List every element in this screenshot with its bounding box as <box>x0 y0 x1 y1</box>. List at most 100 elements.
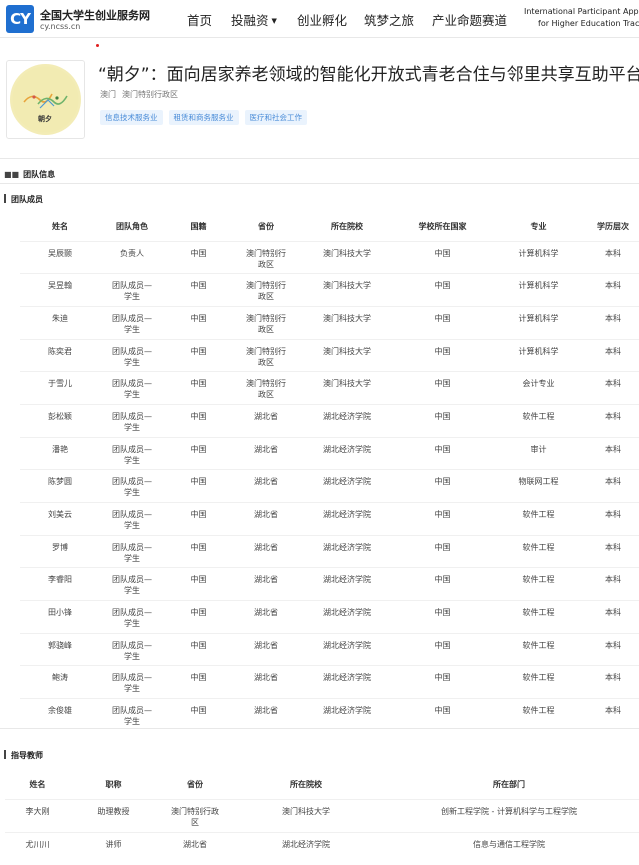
table-cell: 信息与通信工程学院 <box>379 831 639 865</box>
table-cell: 李大刚 <box>5 798 70 832</box>
table-cell: 中国 <box>164 240 233 274</box>
table-cell: 中国 <box>164 305 233 340</box>
nav-incubation-label: 创业孵化 <box>297 13 348 28</box>
table-cell: 余俊雄 <box>20 698 100 732</box>
nav-industry-track[interactable]: 产业命题赛道 <box>432 10 507 29</box>
site-title[interactable]: 全国大学生创业服务网 <box>40 7 150 23</box>
table-cell: 团队成员—学生 <box>100 436 164 470</box>
table-cell: 物联网工程 <box>490 469 587 503</box>
table-cell: 团队成员—学生 <box>100 600 164 634</box>
table-cell: 澳门特别行政区 <box>233 273 299 307</box>
column-header: 省份 <box>258 222 274 232</box>
table-cell: 负责人 <box>100 240 164 274</box>
nav-incubation[interactable]: 创业孵化 <box>297 10 347 29</box>
advisors-table: 姓名 职称 省份 所在院校 所在部门 李大刚 助理教授 澳门特别行政区 澳门科技大学创… <box>5 771 639 865</box>
table-cell: 中国 <box>395 371 490 405</box>
table-row: 李睿阳 团队成员—学生 中国 湖北省 湖北经济学院 中国 软件工程 本科 <box>20 567 639 601</box>
table-cell: 中国 <box>395 567 490 601</box>
table-cell: 陈梦圆 <box>20 469 100 503</box>
table-cell: 尤川川 <box>5 831 70 865</box>
table-row: 刘美云 团队成员—学生 中国 湖北省 湖北经济学院 中国 软件工程 本科 <box>20 502 639 536</box>
table-cell: 中国 <box>395 273 490 307</box>
table-cell: 郭骁峰 <box>20 632 100 666</box>
table-cell: 团队成员—学生 <box>100 403 164 438</box>
table-cell: 吴昱翰 <box>20 273 100 307</box>
table-cell: 本科 <box>587 240 639 274</box>
table-cell: 中国 <box>164 698 233 732</box>
intl-applications-link[interactable]: International Participant Applications f… <box>524 6 639 30</box>
table-row: 彭松颖 团队成员—学生 中国 湖北省 湖北经济学院 中国 软件工程 本科 <box>20 403 639 438</box>
table-cell: 湖北省 <box>233 665 299 699</box>
table-header-row: 姓名 团队角色 国籍 省份 所在院校 学校所在国家 专业 学历层次 <box>20 213 639 241</box>
table-cell: 中国 <box>164 632 233 666</box>
table-cell: 湖北省 <box>233 436 299 470</box>
site-header: CY 全国大学生创业服务网 cy.ncss.cn 首页 投融资 ▼ 创业孵化 筑梦… <box>0 0 639 38</box>
table-row: 陈奕君 团队成员—学生 中国 澳门特别行政区 澳门科技大学 中国 计算机科学 本科 <box>20 338 639 372</box>
table-row: 朱迪 团队成员—学生 中国 澳门特别行政区 澳门科技大学 中国 计算机科学 本科 <box>20 305 639 340</box>
table-cell: 本科 <box>587 698 639 732</box>
table-cell: 湖北经济学院 <box>299 436 395 470</box>
table-cell: 助理教授 <box>70 798 157 832</box>
table-cell: 软件工程 <box>490 567 587 601</box>
table-cell: 本科 <box>587 534 639 568</box>
table-cell: 软件工程 <box>490 600 587 634</box>
intl-line-1: International Participant Applications <box>524 7 639 16</box>
team-icon: ■■ <box>4 170 20 179</box>
table-cell: 中国 <box>395 502 490 536</box>
table-cell: 中国 <box>395 240 490 274</box>
table-cell: 软件工程 <box>490 632 587 666</box>
nav-home[interactable]: 首页 <box>187 10 212 29</box>
table-cell: 中国 <box>164 567 233 601</box>
table-cell: 中国 <box>395 665 490 699</box>
table-cell: 澳门科技大学 <box>299 273 395 307</box>
table-cell: 湖北经济学院 <box>299 469 395 503</box>
table-row: 郭骁峰 团队成员—学生 中国 湖北省 湖北经济学院 中国 软件工程 本科 <box>20 632 639 666</box>
table-cell: 中国 <box>164 600 233 634</box>
table-row: 于雪儿 团队成员—学生 中国 澳门特别行政区 澳门科技大学 中国 会计专业 本科 <box>20 371 639 405</box>
column-header: 职称 <box>105 780 122 790</box>
table-cell: 本科 <box>587 338 639 372</box>
team-members-heading: 团队成员 <box>4 194 43 205</box>
table-cell: 湖北经济学院 <box>299 502 395 536</box>
table-cell: 软件工程 <box>490 665 587 699</box>
industry-tag: 租赁和商务服务业 <box>168 110 239 125</box>
table-cell: 湖北经济学院 <box>299 600 395 634</box>
nav-investment[interactable]: 投融资 ▼ <box>231 10 277 29</box>
table-cell: 中国 <box>164 338 233 372</box>
table-cell: 湖北经济学院 <box>299 534 395 568</box>
table-cell: 澳门科技大学 <box>299 240 395 274</box>
table-cell: 澳门特别行政区 <box>233 240 299 274</box>
table-cell: 湖北经济学院 <box>299 665 395 699</box>
table-cell: 彭松颖 <box>20 403 100 438</box>
nav-dream-journey[interactable]: 筑梦之旅 <box>364 10 414 29</box>
project-title: “朝夕”：面向居家养老领域的智能化开放式青老合住与邻里共享互助平台 <box>98 65 639 85</box>
divider <box>0 158 639 159</box>
table-row: 鲍涛 团队成员—学生 中国 湖北省 湖北经济学院 中国 软件工程 本科 <box>20 665 639 699</box>
industry-tags: 信息技术服务业 租赁和商务服务业 医疗和社会工作 <box>100 110 307 125</box>
table-cell: 中国 <box>164 436 233 470</box>
column-header: 所在部门 <box>493 780 525 790</box>
section-bar-icon <box>4 194 6 203</box>
table-cell: 软件工程 <box>490 403 587 438</box>
table-cell: 澳门科技大学 <box>299 305 395 340</box>
caret-down-icon: ▼ <box>271 17 277 25</box>
table-cell: 朱迪 <box>20 305 100 340</box>
column-header: 学校所在国家 <box>418 222 467 232</box>
table-cell: 计算机科学 <box>490 273 587 307</box>
site-logo[interactable]: CY <box>6 5 34 33</box>
table-cell: 湖北经济学院 <box>299 698 395 732</box>
advisors-heading: 指导教师 <box>4 750 43 761</box>
table-cell: 于雪儿 <box>20 371 100 405</box>
table-cell: 中国 <box>164 502 233 536</box>
team-info-heading: ■■ 团队信息 <box>4 169 55 180</box>
table-row: 陈梦圆 团队成员—学生 中国 湖北省 湖北经济学院 中国 物联网工程 本科 <box>20 469 639 503</box>
table-cell: 本科 <box>587 436 639 470</box>
intl-line-2: for Higher Education Track <box>538 19 639 28</box>
table-cell: 创新工程学院 - 计算机科学与工程学院 <box>379 798 639 832</box>
location-region: 澳门特别行政区 <box>122 90 178 99</box>
table-cell: 本科 <box>587 273 639 307</box>
table-cell: 刘美云 <box>20 502 100 536</box>
table-cell: 中国 <box>395 436 490 470</box>
table-row: 吴昱翰 团队成员—学生 中国 澳门特别行政区 澳门科技大学 中国 计算机科学 本科 <box>20 273 639 307</box>
table-cell: 澳门特别行政区 <box>233 305 299 340</box>
